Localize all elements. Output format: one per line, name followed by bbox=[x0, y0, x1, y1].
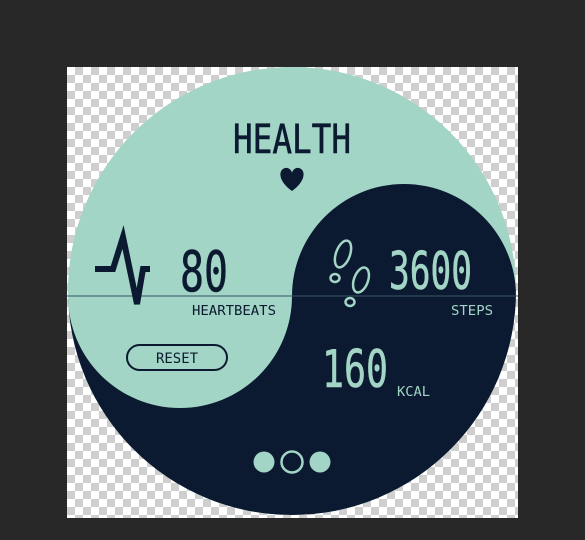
calories-unit: KCAL bbox=[397, 385, 430, 400]
heartbeat-value: 80 bbox=[180, 240, 228, 305]
calories-value: 160 bbox=[322, 340, 388, 400]
steps-value: 3600 bbox=[389, 242, 472, 302]
watch-face: HEALTH 80 HEARTBEATS RESET 3600 STEPS 16… bbox=[67, 67, 518, 515]
page-dot[interactable] bbox=[309, 451, 331, 473]
steps-unit: STEPS bbox=[451, 304, 493, 319]
app-title: HEALTH bbox=[233, 117, 351, 163]
heartbeat-unit: HEARTBEATS bbox=[192, 304, 276, 319]
reset-button-label: RESET bbox=[156, 351, 199, 367]
page-dot[interactable] bbox=[253, 451, 275, 473]
